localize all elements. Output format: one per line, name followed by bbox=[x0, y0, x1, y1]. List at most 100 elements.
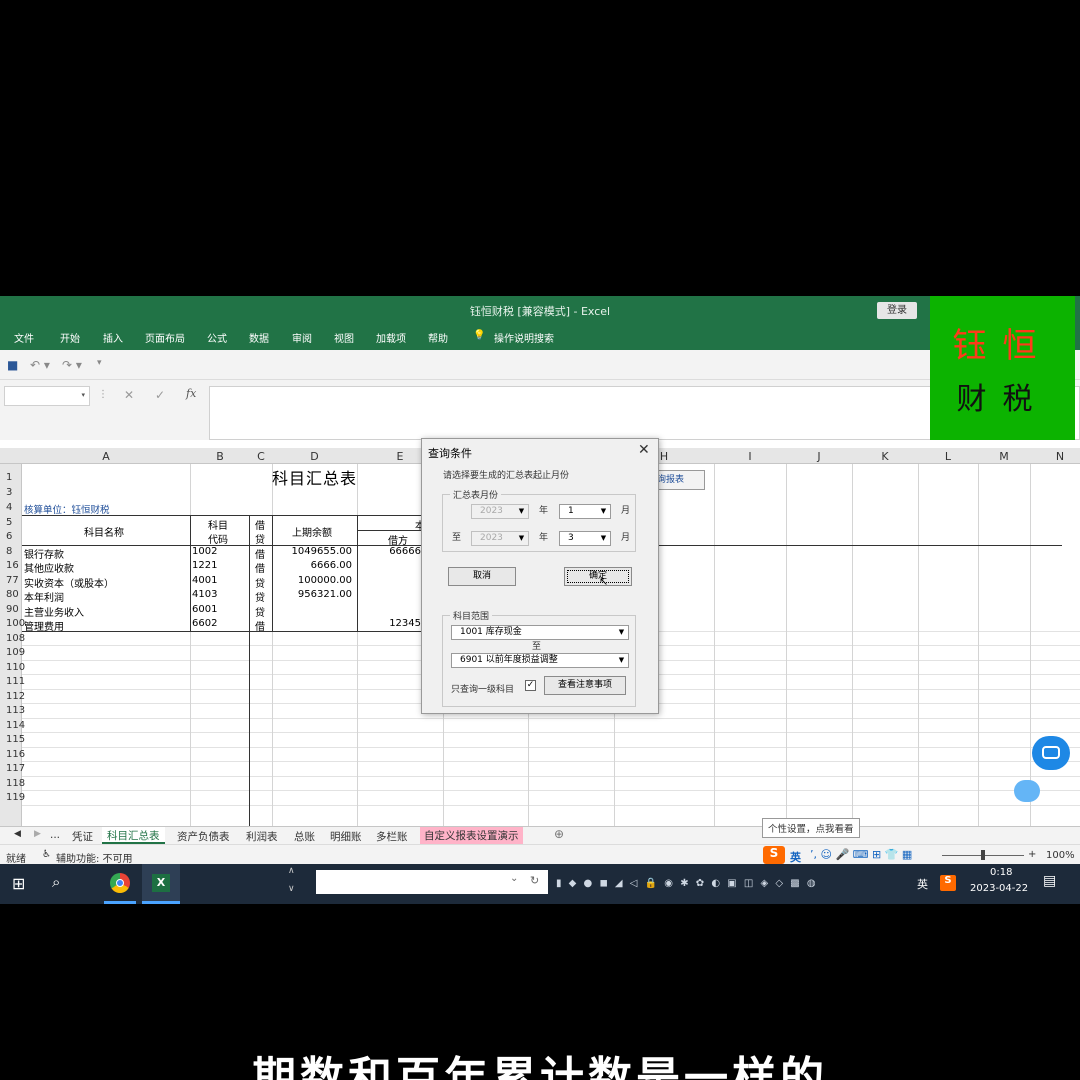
col-header-c[interactable]: C bbox=[250, 450, 272, 463]
row-header[interactable]: 118 bbox=[0, 778, 25, 789]
col-header-b[interactable]: B bbox=[190, 450, 250, 463]
row-header[interactable]: 1 bbox=[0, 472, 22, 483]
sheet-tab-custom-report[interactable]: 自定义报表设置演示 bbox=[420, 827, 523, 844]
sheet-tab-income-statement[interactable]: 利润表 bbox=[246, 829, 278, 844]
undo-icon[interactable]: ↶ ▾ bbox=[30, 358, 50, 372]
tab-addins[interactable]: 加载项 bbox=[376, 330, 406, 345]
cell-subject-code[interactable]: 1221 bbox=[192, 560, 217, 571]
cell-subject-name[interactable]: 银行存款 bbox=[24, 546, 64, 561]
cell-subject-code[interactable]: 6602 bbox=[192, 618, 217, 629]
cell-direction[interactable]: 贷 bbox=[255, 604, 265, 619]
tab-insert[interactable]: 插入 bbox=[103, 330, 123, 345]
scroll-up-icon[interactable]: ∧ bbox=[288, 866, 295, 876]
tab-view[interactable]: 视图 bbox=[334, 330, 354, 345]
tab-review[interactable]: 审阅 bbox=[292, 330, 312, 345]
row-header[interactable]: 4 bbox=[0, 502, 22, 513]
tab-home[interactable]: 开始 bbox=[60, 330, 80, 345]
cell-debit[interactable]: 12345 bbox=[357, 618, 421, 629]
row-header[interactable]: 110 bbox=[0, 662, 25, 673]
zoom-in-icon[interactable]: + bbox=[1028, 849, 1036, 860]
from-month-select[interactable]: 1 ▼ bbox=[559, 504, 611, 519]
excel-taskbar-icon[interactable]: X bbox=[142, 864, 180, 904]
row-header[interactable]: 117 bbox=[0, 763, 25, 774]
col-header-d[interactable]: D bbox=[272, 450, 357, 463]
system-tray-icons[interactable]: ▮ ◆ ● ◼ ◢ ◁ 🔒 ◉ ✱ ✿ ◐ ▣ ◫ ◈ ◇ ▩ ◍ bbox=[556, 878, 818, 889]
sheet-tab-summary[interactable]: 科目汇总表 bbox=[102, 827, 165, 844]
save-icon[interactable]: ■ bbox=[7, 358, 18, 372]
close-icon[interactable]: ✕ bbox=[638, 442, 650, 458]
fx-icon[interactable]: fx bbox=[186, 387, 196, 400]
chrome-taskbar-icon[interactable] bbox=[104, 864, 136, 904]
row-header[interactable]: 112 bbox=[0, 691, 25, 702]
to-subject-select[interactable]: 6901 以前年度损益调整 ▼ bbox=[451, 653, 629, 668]
chat-bubble-icon[interactable] bbox=[1032, 736, 1070, 770]
col-header-n[interactable]: N bbox=[1030, 450, 1080, 463]
cell-previous-balance[interactable]: 1049655.00 bbox=[272, 546, 352, 557]
tab-formulas[interactable]: 公式 bbox=[207, 330, 227, 345]
row-header[interactable]: 108 bbox=[0, 633, 25, 644]
col-header-a[interactable]: A bbox=[22, 450, 190, 463]
sheet-tab-voucher[interactable]: 凭证 bbox=[72, 829, 93, 844]
sheet-tab-general-ledger[interactable]: 总账 bbox=[294, 829, 315, 844]
from-subject-select[interactable]: 1001 库存现金 ▼ bbox=[451, 625, 629, 640]
more-sheets-button[interactable]: ... bbox=[50, 829, 60, 841]
scroll-down-icon[interactable]: ∨ bbox=[288, 884, 295, 894]
cell-debit[interactable]: 66666 bbox=[357, 546, 421, 557]
cell-direction[interactable]: 借 bbox=[255, 618, 265, 633]
cell-subject-name[interactable]: 本年利润 bbox=[24, 589, 64, 604]
customize-qat-icon[interactable]: ▾ bbox=[97, 358, 102, 368]
ime-language[interactable]: 英 bbox=[790, 849, 801, 865]
row-header[interactable]: 3 bbox=[0, 487, 22, 498]
cell-previous-balance[interactable]: 100000.00 bbox=[272, 575, 352, 586]
tab-file[interactable]: 文件 bbox=[14, 330, 34, 345]
row-header[interactable]: 114 bbox=[0, 720, 25, 731]
row-header[interactable]: 115 bbox=[0, 734, 25, 745]
zoom-level[interactable]: 100% bbox=[1046, 850, 1075, 861]
cell-direction[interactable]: 借 bbox=[255, 560, 265, 575]
row-header[interactable]: 6 bbox=[0, 531, 22, 542]
sogou-tray-icon[interactable]: S bbox=[940, 875, 956, 891]
prev-sheet-icon[interactable]: ◀ bbox=[14, 829, 21, 839]
row-header[interactable]: 113 bbox=[0, 705, 25, 716]
enter-icon[interactable]: ✓ bbox=[155, 388, 165, 402]
row-header[interactable]: 5 bbox=[0, 517, 22, 528]
cell-subject-code[interactable]: 6001 bbox=[192, 604, 217, 615]
row-header[interactable]: 119 bbox=[0, 792, 25, 803]
sheet-tab-balance-sheet[interactable]: 资产负债表 bbox=[177, 829, 230, 844]
row-header[interactable]: 16 bbox=[0, 560, 22, 571]
first-level-only-checkbox[interactable]: ✓ bbox=[525, 680, 536, 691]
cell-direction[interactable]: 贷 bbox=[255, 589, 265, 604]
sogou-ime-icon[interactable]: S bbox=[763, 846, 785, 864]
col-header-j[interactable]: J bbox=[786, 450, 852, 463]
cell-direction[interactable]: 借 bbox=[255, 546, 265, 561]
row-header[interactable]: 111 bbox=[0, 676, 25, 687]
col-header-m[interactable]: M bbox=[978, 450, 1030, 463]
cell-subject-name[interactable]: 主营业务收入 bbox=[24, 604, 84, 619]
notification-icon[interactable]: ▤ bbox=[1043, 873, 1056, 889]
next-sheet-icon[interactable]: ▶ bbox=[34, 829, 41, 839]
sheet-tab-multi-column[interactable]: 多栏账 bbox=[376, 829, 408, 844]
windows-start-icon[interactable]: ⊞ bbox=[12, 874, 25, 893]
cancel-button[interactable]: 取消 bbox=[448, 567, 516, 586]
redo-icon[interactable]: ↷ ▾ bbox=[62, 358, 82, 372]
zoom-slider-thumb[interactable] bbox=[981, 850, 985, 860]
row-header[interactable]: 90 bbox=[0, 604, 22, 615]
cell-previous-balance[interactable]: 6666.00 bbox=[272, 560, 352, 571]
row-header[interactable]: 77 bbox=[0, 575, 22, 586]
search-icon[interactable]: ⌕ bbox=[52, 873, 60, 891]
cell-subject-code[interactable]: 4001 bbox=[192, 575, 217, 586]
ime-toolbar-icons[interactable]: ʼ, ☺ 🎤 ⌨ ⊞ 👕 ▦ bbox=[810, 848, 912, 861]
cell-subject-name[interactable]: 管理费用 bbox=[24, 618, 64, 633]
col-header-i[interactable]: I bbox=[714, 450, 786, 463]
cell-subject-name[interactable]: 其他应收款 bbox=[24, 560, 74, 575]
tab-page-layout[interactable]: 页面布局 bbox=[145, 330, 185, 345]
cell-previous-balance[interactable]: 956321.00 bbox=[272, 589, 352, 600]
taskbar-ime-language[interactable]: 英 bbox=[917, 876, 928, 892]
clock-time[interactable]: 0:18 bbox=[990, 867, 1012, 878]
add-sheet-icon[interactable]: ⊕ bbox=[554, 827, 564, 841]
clock-date[interactable]: 2023-04-22 bbox=[970, 883, 1028, 894]
tell-me-search[interactable]: 操作说明搜索 bbox=[494, 330, 554, 345]
cell-subject-code[interactable]: 1002 bbox=[192, 546, 217, 557]
cell-direction[interactable]: 贷 bbox=[255, 575, 265, 590]
tab-help[interactable]: 帮助 bbox=[428, 330, 448, 345]
